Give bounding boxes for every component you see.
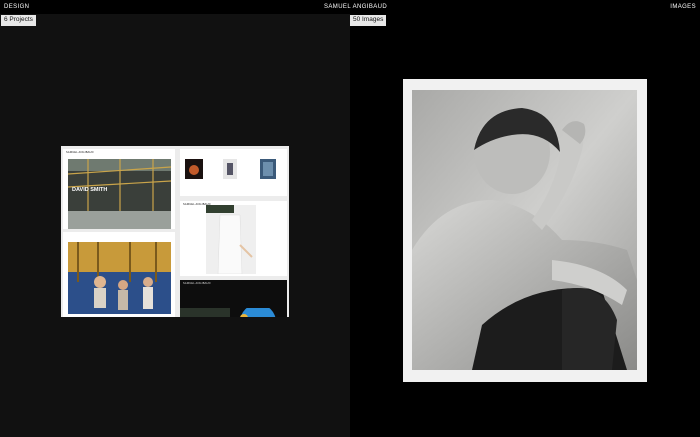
featured-photo-frame[interactable] — [403, 79, 647, 382]
design-nav-link[interactable]: DESIGN — [4, 4, 29, 10]
performers-image — [68, 242, 171, 314]
top-bar: DESIGN SAMUEL ANGIBAUD IMAGES — [0, 0, 700, 14]
mockup-fashion: SAMUEL ANGIBAUD — [180, 201, 287, 276]
product-thumb-1 — [185, 159, 203, 179]
mockup-david-smith: SAMUEL ANGIBAUD DAVID SMITH — [63, 149, 175, 229]
product-thumb-2 — [223, 159, 237, 179]
dark-mockup-graphic — [180, 308, 276, 317]
mockup-site-name: SAMUEL ANGIBAUD — [183, 282, 211, 285]
fashion-image — [206, 205, 256, 274]
images-panel[interactable]: 50 Images — [350, 14, 700, 437]
mockup-main-label: DAVID SMITH — [72, 187, 108, 193]
mockup-dark: SAMUEL ANGIBAUD — [180, 280, 287, 317]
design-panel[interactable]: 6 Projects SAMUEL ANGIBAUD DAVID SMITH S… — [0, 14, 350, 437]
site-title[interactable]: SAMUEL ANGIBAUD — [324, 4, 387, 10]
featured-photo — [412, 90, 637, 370]
projects-count-badge: 6 Projects — [1, 15, 36, 26]
man-crouching-photo — [412, 90, 637, 370]
mockup-product-grid — [180, 149, 287, 196]
images-count-badge: 50 Images — [350, 15, 387, 26]
mockup-site-name: SAMUEL ANGIBAUD — [66, 151, 94, 154]
mockup-performers — [63, 232, 175, 317]
product-thumb-3 — [260, 159, 276, 179]
warehouse-image — [68, 159, 171, 229]
design-projects-preview[interactable]: SAMUEL ANGIBAUD DAVID SMITH SAMUEL ANGIB… — [61, 146, 289, 317]
images-nav-link[interactable]: IMAGES — [670, 4, 696, 10]
